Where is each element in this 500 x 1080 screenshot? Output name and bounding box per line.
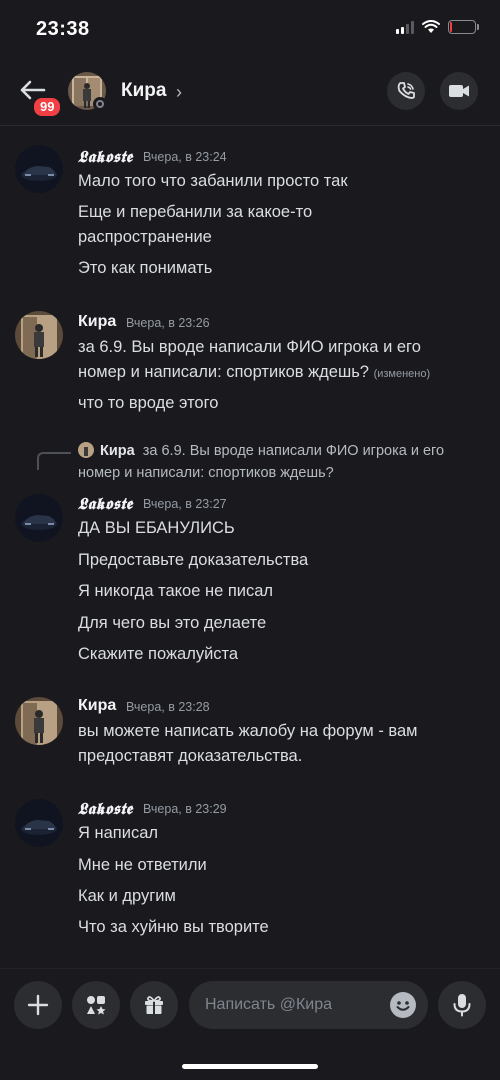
video-camera-icon <box>449 85 469 97</box>
avatar-kira[interactable] <box>15 311 63 359</box>
emoji-button[interactable] <box>390 992 416 1018</box>
chat-header: 99 Кира › <box>0 62 500 126</box>
avatar-lakoste[interactable] <box>15 494 63 542</box>
wifi-icon <box>422 20 440 33</box>
message-author[interactable]: 𝕷𝖆𝖐𝖔𝖘𝖙𝖊 <box>78 147 133 167</box>
reply-connector <box>37 452 71 470</box>
cellular-signal-icon <box>396 20 414 34</box>
message-timestamp: Вчера, в 23:24 <box>143 150 227 164</box>
message-text[interactable]: ДА ВЫ ЕБАНУЛИСЬ <box>78 516 235 541</box>
apps-icon <box>87 996 106 1015</box>
message-input-placeholder: Написать @Кира <box>205 996 333 1013</box>
status-indicator <box>93 97 107 111</box>
message-text[interactable]: Как и другим <box>78 884 176 909</box>
message-text[interactable]: Это как понимать <box>78 256 212 281</box>
message-text[interactable]: за 6.9. Вы вроде написали ФИО игрока и е… <box>78 335 421 360</box>
status-bar: 23:38 <box>0 0 500 62</box>
message-text[interactable]: предоставят доказательства. <box>78 744 302 769</box>
reply-text[interactable]: номер и написали: спортиков ждешь? <box>78 462 334 484</box>
gift-button[interactable] <box>130 981 178 1029</box>
avatar-kira[interactable] <box>15 697 63 745</box>
message-list[interactable]: 𝕷𝖆𝖐𝖔𝖘𝖙𝖊 Вчера, в 23:24 Мало того что заб… <box>0 127 500 967</box>
home-indicator[interactable] <box>182 1064 318 1069</box>
message-text[interactable]: распространение <box>78 225 212 250</box>
message-text[interactable]: Что за хуйню вы творите <box>78 915 269 940</box>
smile-icon <box>396 1001 410 1011</box>
apps-button[interactable] <box>72 981 120 1029</box>
gift-icon <box>145 996 163 1014</box>
message-text[interactable]: Я никогда такое не писал <box>78 579 273 604</box>
message-timestamp: Вчера, в 23:27 <box>143 497 227 511</box>
message-text[interactable]: Предоставьте доказательства <box>78 548 308 573</box>
message-text[interactable]: Мне не ответили <box>78 853 207 878</box>
video-call-button[interactable] <box>440 72 478 110</box>
edited-label: (изменено) <box>373 368 431 380</box>
message-text: номер и написали: спортиков ждешь? <box>78 363 369 381</box>
battery-icon <box>448 20 479 34</box>
battery-fill <box>450 22 452 32</box>
message-author[interactable]: 𝕷𝖆𝖐𝖔𝖘𝖙𝖊 <box>78 799 133 819</box>
message-text[interactable]: Мало того что забанили просто так <box>78 169 348 194</box>
message-author[interactable]: Кира <box>78 313 116 331</box>
message-timestamp: Вчера, в 23:28 <box>126 700 210 714</box>
chevron-right-icon[interactable]: › <box>176 82 182 103</box>
message-author[interactable]: 𝕷𝖆𝖐𝖔𝖘𝖙𝖊 <box>78 494 133 514</box>
message-author[interactable]: Кира <box>78 697 116 715</box>
reply-avatar <box>78 442 94 458</box>
voice-call-button[interactable] <box>387 72 425 110</box>
status-time: 23:38 <box>36 18 90 40</box>
avatar-lakoste[interactable] <box>15 145 63 193</box>
avatar-lakoste[interactable] <box>15 799 63 847</box>
message-timestamp: Вчера, в 23:29 <box>143 802 227 816</box>
add-attachment-button[interactable] <box>14 981 62 1029</box>
message-text[interactable]: Еще и перебанили за какое-то <box>78 200 312 225</box>
status-icons <box>396 20 479 34</box>
voice-message-button[interactable] <box>438 981 486 1029</box>
unread-badge: 99 <box>32 96 63 118</box>
reply-text: за 6.9. Вы вроде написали ФИО игрока и е… <box>142 443 445 459</box>
reply-preview[interactable]: Кира за 6.9. Вы вроде написали ФИО игрок… <box>78 440 444 462</box>
message-timestamp: Вчера, в 23:26 <box>126 316 210 330</box>
message-text[interactable]: Я написал <box>78 821 158 846</box>
header-username[interactable]: Кира <box>121 80 166 102</box>
phone-icon <box>397 82 415 99</box>
message-text[interactable]: что то вроде этого <box>78 391 218 416</box>
message-text[interactable]: Для чего вы это делаете <box>78 611 266 636</box>
message-text[interactable]: Скажите пожалуйста <box>78 642 238 667</box>
plus-icon <box>27 994 49 1016</box>
microphone-icon <box>453 994 471 1017</box>
message-text-with-edit[interactable]: номер и написали: спортиков ждешь? (изме… <box>78 360 430 387</box>
reply-author: Кира <box>100 443 135 459</box>
message-input[interactable]: Написать @Кира <box>189 981 428 1029</box>
message-text[interactable]: вы можете написать жалобу на форум - вам <box>78 719 418 744</box>
